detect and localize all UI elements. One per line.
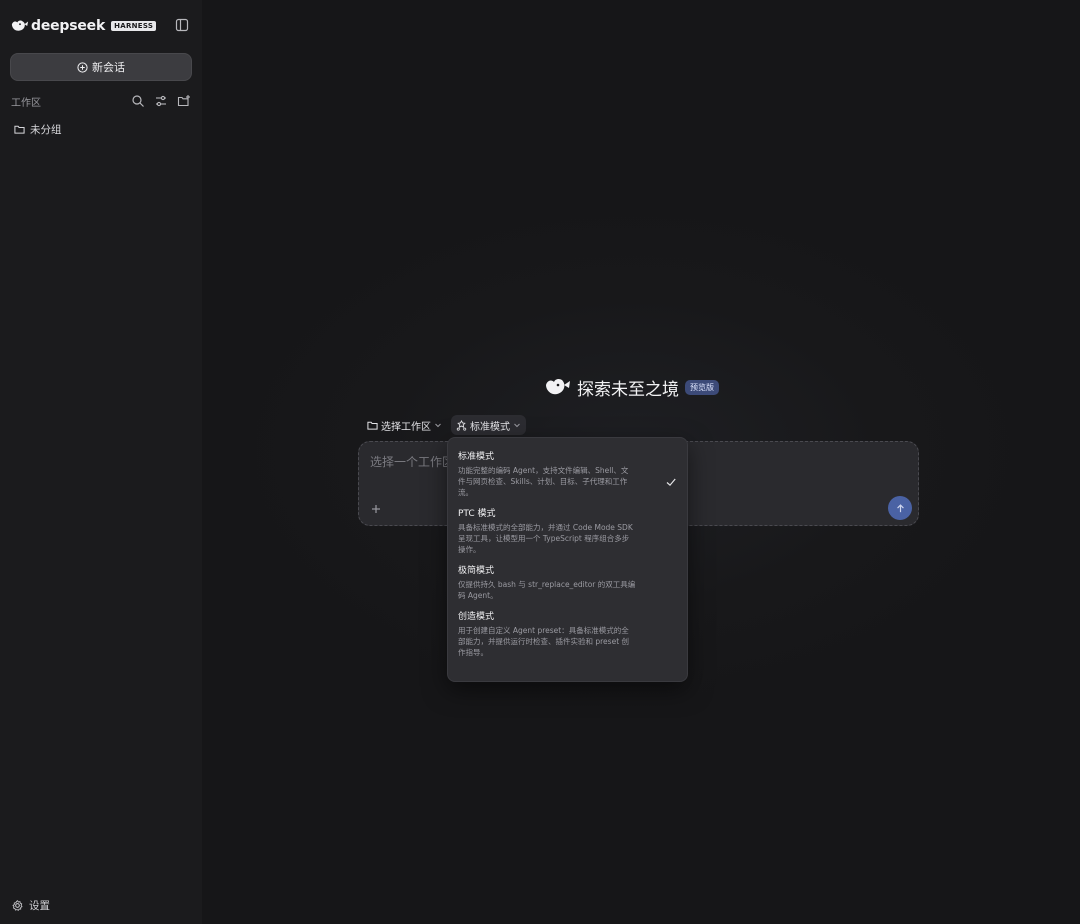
workspace-header: 工作区: [11, 93, 191, 109]
new-folder-icon[interactable]: [177, 94, 191, 108]
hero-title: 探索未至之境: [577, 379, 679, 400]
desc-line: 部能力，并提供运行时检查、插件实验和 preset 创: [458, 637, 630, 646]
mode-option-standard[interactable]: 标准模式 功能完整的编码 Agent，支持文件编辑、Shell、文 件与网页检查…: [448, 447, 687, 504]
mode-option-desc: 具备标准模式的全部能力，并通过 Code Mode SDK 呈现工具，让模型用一…: [458, 522, 655, 555]
mode-select[interactable]: 标准模式: [451, 415, 526, 435]
chevron-down-icon: [435, 423, 441, 428]
app-window: deepseek HARNESS 新会话 工作区 未分组 设置 探索未至之境 预…: [0, 0, 1080, 924]
attach-plus-icon[interactable]: [369, 502, 383, 516]
desc-line: 操作。: [458, 545, 481, 554]
mode-option-desc: 仅提供持久 bash 与 str_replace_editor 的双工具编 码 …: [458, 579, 655, 601]
workspace-select[interactable]: 选择工作区: [362, 415, 447, 435]
plus-circle-icon: [77, 61, 88, 73]
mode-option-title: 极简模式: [458, 566, 495, 576]
settings-label: 设置: [29, 899, 50, 912]
chevron-down-icon: [514, 423, 520, 428]
brand-logo: deepseek HARNESS: [11, 16, 157, 36]
mode-select-label: 标准模式: [470, 421, 510, 433]
new-chat-button[interactable]: 新会话: [10, 53, 192, 81]
desc-line: 功能完整的编码 Agent，支持文件编辑、Shell、文: [458, 466, 629, 475]
checkmark-icon: [666, 478, 676, 487]
mode-option-minimal[interactable]: 极简模式 仅提供持久 bash 与 str_replace_editor 的双工…: [448, 561, 687, 607]
desc-line: 码 Agent。: [458, 591, 498, 600]
mode-option-title: 创造模式: [458, 612, 495, 622]
brand-name: deepseek: [31, 18, 106, 34]
composer-toolbar: 选择工作区 标准模式: [362, 415, 526, 435]
search-icon[interactable]: [131, 94, 145, 108]
desc-line: 用于创建自定义 Agent preset：具备标准模式的全: [458, 626, 629, 635]
desc-line: 件与网页检查、Skills、计划、目标、子代理和工作: [458, 477, 628, 486]
sidebar-item-label: 未分组: [30, 123, 62, 136]
workspace-select-label: 选择工作区: [381, 421, 431, 433]
send-button[interactable]: [888, 496, 912, 520]
workspace-label: 工作区: [11, 97, 41, 109]
brand-tag: HARNESS: [111, 21, 157, 31]
mode-dropdown-menu: 标准模式 功能完整的编码 Agent，支持文件编辑、Shell、文 件与网页检查…: [447, 437, 688, 682]
preview-badge: 预览版: [685, 379, 719, 395]
composer-placeholder: 选择一个工作区: [370, 455, 455, 469]
mode-option-title: 标准模式: [458, 452, 495, 462]
mode-option-ptc[interactable]: PTC 模式 具备标准模式的全部能力，并通过 Code Mode SDK 呈现工…: [448, 504, 687, 561]
filter-sliders-icon[interactable]: [154, 94, 168, 108]
mode-option-title: PTC 模式: [458, 509, 496, 519]
mode-icon: [456, 419, 467, 431]
main-area: 探索未至之境 预览版 选择工作区 标准模式 选择一个工作区 标准模式 功能完整的…: [202, 0, 1080, 924]
desc-line: 作指导。: [458, 648, 488, 657]
mode-option-desc: 功能完整的编码 Agent，支持文件编辑、Shell、文 件与网页检查、Skil…: [458, 465, 655, 498]
mode-option-create[interactable]: 创造模式 用于创建自定义 Agent preset：具备标准模式的全 部能力，并…: [448, 607, 687, 664]
mode-option-desc: 用于创建自定义 Agent preset：具备标准模式的全 部能力，并提供运行时…: [458, 625, 655, 658]
hero-header: 探索未至之境 预览版: [545, 375, 719, 400]
sidebar-item-ungrouped[interactable]: 未分组: [14, 121, 62, 137]
desc-line: 呈现工具，让模型用一个 TypeScript 程序组合多步: [458, 534, 630, 543]
new-chat-label: 新会话: [92, 61, 125, 74]
desc-line: 流。: [458, 488, 473, 497]
sidebar: deepseek HARNESS 新会话 工作区 未分组 设置: [0, 0, 202, 924]
settings-button[interactable]: 设置: [12, 897, 50, 913]
arrow-up-icon: [896, 503, 904, 512]
whale-logo-icon: [546, 378, 570, 395]
folder-icon: [14, 125, 25, 134]
desc-line: 仅提供持久 bash 与 str_replace_editor 的双工具编: [458, 580, 636, 589]
folder-icon: [367, 421, 378, 430]
sidebar-toggle-icon[interactable]: [175, 18, 189, 32]
gear-icon: [12, 899, 23, 911]
desc-line: 具备标准模式的全部能力，并通过 Code Mode SDK: [458, 523, 633, 532]
whale-logo-icon: [11, 20, 29, 31]
